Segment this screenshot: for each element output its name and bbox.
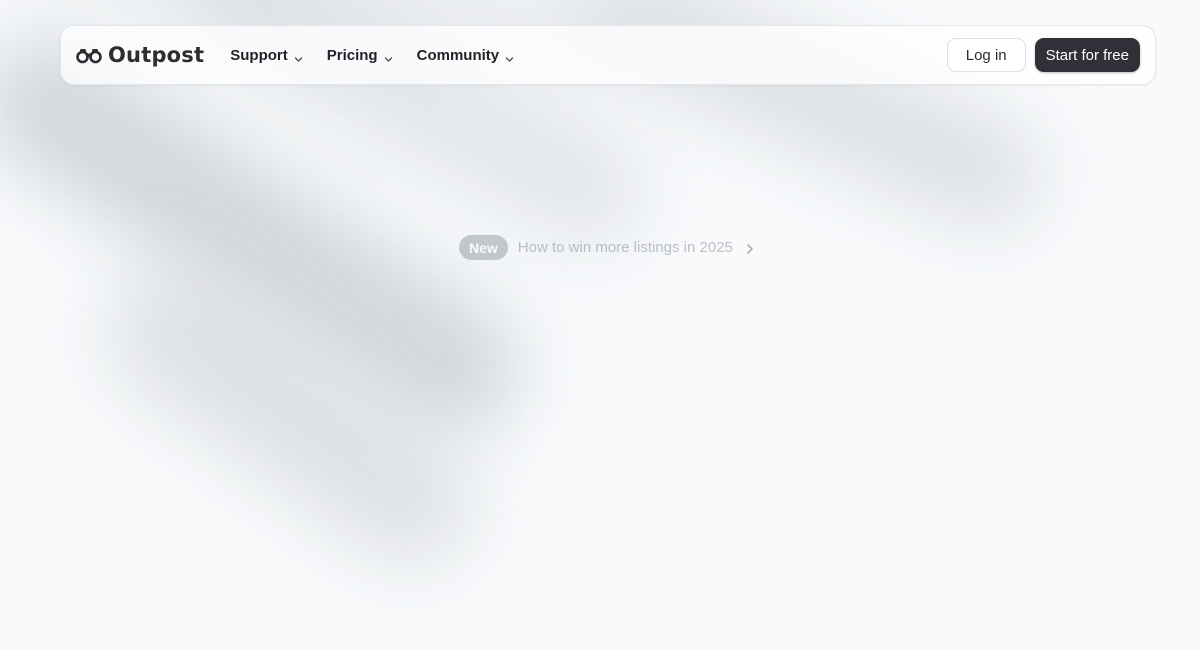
chevron-right-icon bbox=[745, 242, 755, 254]
new-badge: New bbox=[459, 235, 508, 260]
nav-item-support[interactable]: Support bbox=[230, 47, 303, 64]
announcement-link[interactable]: New How to win more listings in 2025 bbox=[459, 235, 755, 260]
binoculars-icon bbox=[76, 46, 102, 64]
navbar: Outpost Support Pricing Community Log in… bbox=[60, 25, 1156, 85]
chevron-down-icon bbox=[384, 51, 393, 62]
brand-name: Outpost bbox=[108, 43, 205, 67]
brand-logo[interactable]: Outpost bbox=[76, 43, 204, 67]
nav-item-pricing[interactable]: Pricing bbox=[327, 47, 393, 64]
nav-item-community[interactable]: Community bbox=[417, 47, 515, 64]
announcement-text: How to win more listings in 2025 bbox=[517, 239, 733, 256]
login-button[interactable]: Log in bbox=[946, 38, 1026, 72]
nav-links: Support Pricing Community bbox=[230, 47, 514, 64]
chevron-down-icon bbox=[294, 51, 303, 62]
start-for-free-button[interactable]: Start for free bbox=[1034, 38, 1140, 72]
page: Outpost Support Pricing Community Log in… bbox=[0, 0, 1200, 650]
chevron-down-icon bbox=[505, 51, 514, 62]
nav-item-label: Support bbox=[230, 46, 288, 64]
nav-item-label: Community bbox=[416, 46, 500, 64]
nav-item-label: Pricing bbox=[326, 46, 378, 64]
